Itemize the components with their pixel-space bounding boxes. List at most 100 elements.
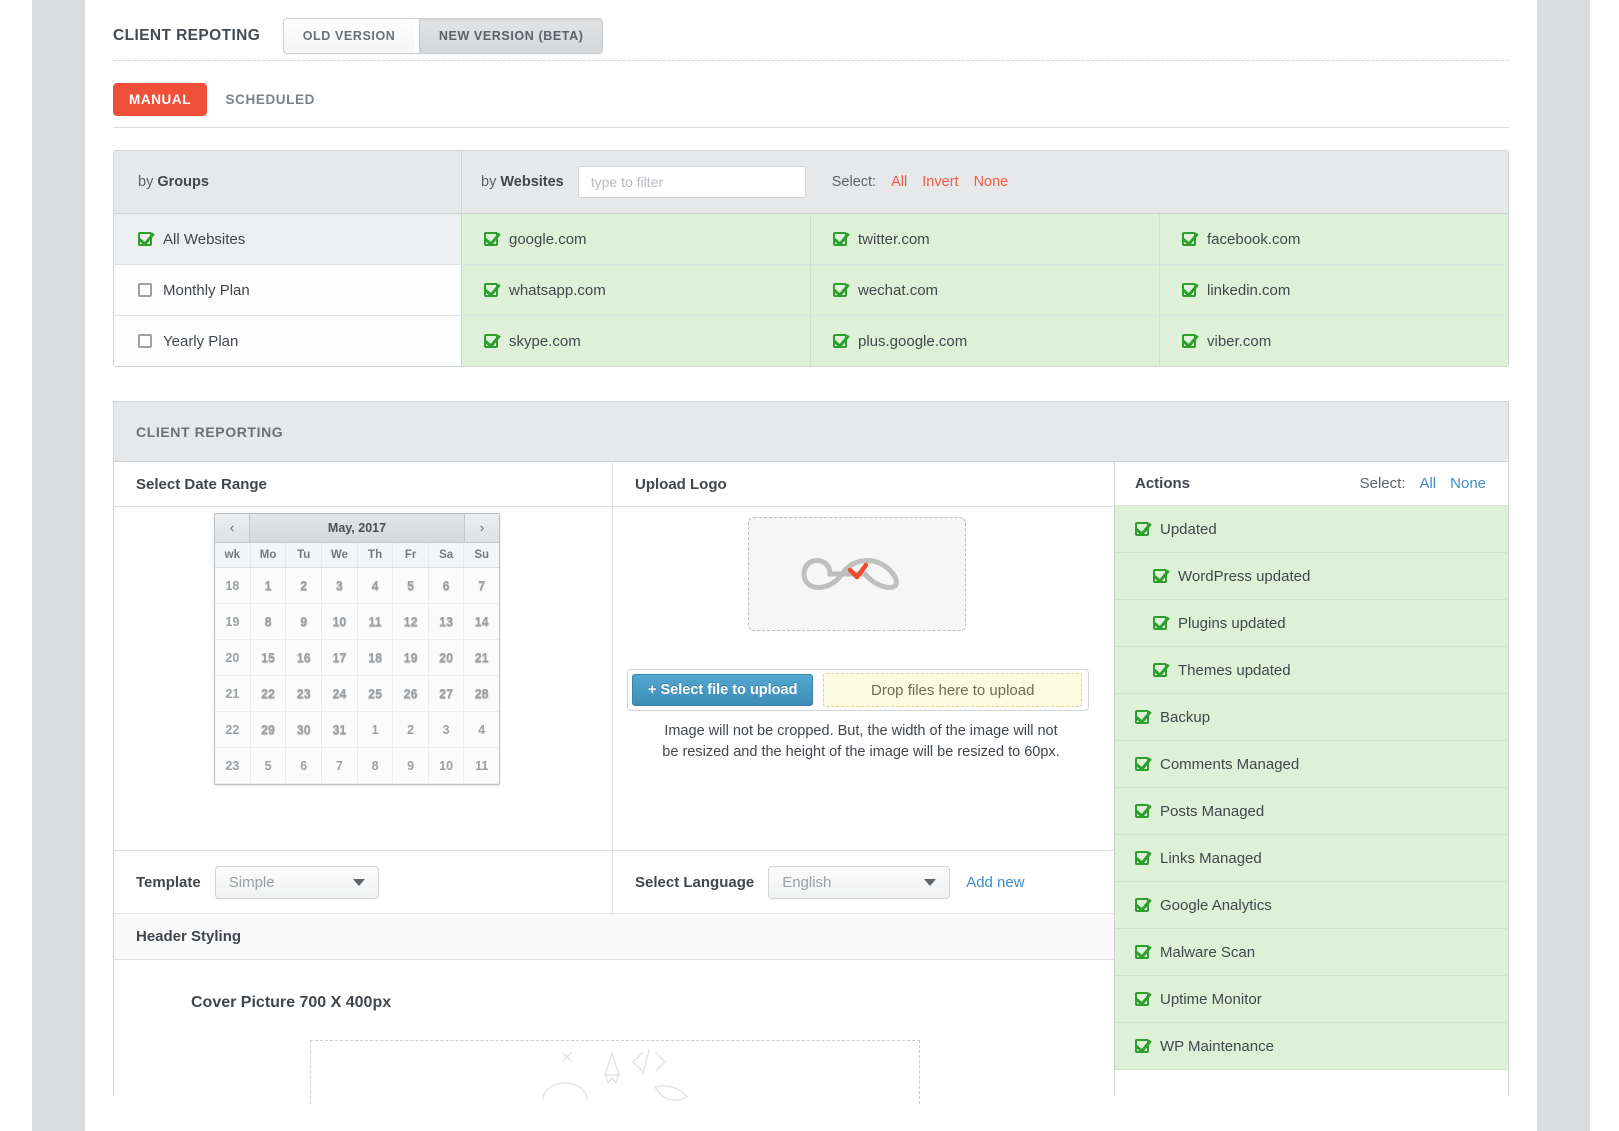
calendar-day[interactable]: 6 [428,567,465,604]
group-row-yearly-plan[interactable]: Yearly Plan [114,316,462,366]
group-label: Yearly Plan [163,332,239,350]
calendar-day[interactable]: 12 [392,603,429,640]
action-item[interactable]: Plugins updated [1115,600,1508,647]
action-item[interactable]: WP Maintenance [1115,1023,1508,1070]
action-item[interactable]: Uptime Monitor [1115,976,1508,1023]
calendar-day[interactable]: 8 [250,603,287,640]
calendar-day[interactable]: 30 [285,711,322,748]
website-row[interactable]: linkedin.com [1159,265,1508,315]
calendar-day[interactable]: 2 [285,567,322,604]
language-select[interactable]: English [768,865,951,899]
action-item[interactable]: Google Analytics [1115,882,1508,929]
calendar-day[interactable]: 4 [463,711,499,748]
website-row[interactable]: viber.com [1159,316,1508,366]
action-item[interactable]: WordPress updated [1115,553,1508,600]
tab-manual[interactable]: MANUAL [113,83,208,116]
calendar-day[interactable]: 11 [463,747,499,784]
add-new-language-link[interactable]: Add new [966,874,1024,891]
new-version-button[interactable]: NEW VERSION (BETA) [418,19,603,53]
group-row-all-websites[interactable]: All Websites [114,214,462,264]
chevron-down-icon [924,879,937,886]
calendar-day[interactable]: 1 [357,711,394,748]
actions-select-none-link[interactable]: None [1450,475,1486,492]
calendar-day[interactable]: 17 [321,639,358,676]
actions-column: Actions Select: All None Updated WordPres… [1114,462,1508,1096]
calendar-day[interactable]: 26 [392,675,429,712]
calendar-day[interactable]: 29 [250,711,287,748]
calendar-day[interactable]: 24 [321,675,358,712]
calendar-day[interactable]: 3 [428,711,465,748]
action-item[interactable]: Backup [1115,694,1508,741]
select-all-link[interactable]: All [891,174,907,190]
action-item[interactable]: Comments Managed [1115,741,1508,788]
select-none-link[interactable]: None [974,174,1009,190]
calendar-day[interactable]: 13 [428,603,465,640]
logo-preview-dropzone[interactable] [748,517,966,631]
calendar-day[interactable]: 20 [428,639,465,676]
website-row[interactable]: twitter.com [810,214,1159,264]
select-invert-link[interactable]: Invert [922,174,958,190]
website-label: whatsapp.com [509,281,606,299]
calendar-day[interactable]: 28 [463,675,499,712]
calendar-day[interactable]: 4 [357,567,394,604]
cover-picture-dropzone[interactable] [310,1040,920,1104]
website-row[interactable]: skype.com [462,316,810,366]
actions-select-all-link[interactable]: All [1419,475,1436,492]
tab-scheduled[interactable]: SCHEDULED [212,83,331,116]
calendar-day[interactable]: 25 [357,675,394,712]
calendar-day[interactable]: 7 [321,747,358,784]
website-row[interactable]: plus.google.com [810,316,1159,366]
website-select-actions: Select: All Invert None [832,174,1009,190]
calendar-day[interactable]: 9 [392,747,429,784]
calendar-day[interactable]: 14 [463,603,499,640]
website-filter-input[interactable] [577,166,806,198]
calendar-day[interactable]: 8 [357,747,394,784]
selection-table: by Groups by Websites Select: All Invert… [113,150,1509,367]
action-item[interactable]: Updated [1115,506,1508,553]
action-item-label: Links Managed [1160,849,1262,867]
action-item-label: Comments Managed [1160,755,1300,773]
calendar-day[interactable]: 21 [463,639,499,676]
action-item[interactable]: Posts Managed [1115,788,1508,835]
action-item[interactable]: Links Managed [1115,835,1508,882]
calendar-day[interactable]: 22 [250,675,287,712]
old-version-button[interactable]: OLD VERSION [283,19,415,53]
calendar-day[interactable]: 9 [285,603,322,640]
website-row[interactable]: wechat.com [810,265,1159,315]
calendar-day[interactable]: 11 [357,603,394,640]
calendar-day[interactable]: 23 [285,675,322,712]
calendar-day[interactable]: 16 [285,639,322,676]
upload-logo-header: Upload Logo [635,475,727,493]
website-row[interactable]: facebook.com [1159,214,1508,264]
calendar-day[interactable]: 10 [428,747,465,784]
calendar-prev-icon[interactable]: ‹ [215,514,250,542]
group-row-monthly-plan[interactable]: Monthly Plan [114,265,462,315]
calendar-day[interactable]: 31 [321,711,358,748]
calendar-day[interactable]: 6 [285,747,322,784]
action-item[interactable]: Themes updated [1115,647,1508,694]
calendar-day[interactable]: 18 [357,639,394,676]
action-item[interactable]: Malware Scan [1115,929,1508,976]
calendar-day[interactable]: 1 [250,567,287,604]
calendar-day[interactable]: 15 [250,639,287,676]
calendar-day[interactable]: 5 [250,747,287,784]
website-row[interactable]: google.com [462,214,810,264]
calendar-weekday: wk [215,543,251,568]
calendar-next-icon[interactable]: › [464,514,499,542]
checkbox-checked-icon [1135,757,1149,771]
calendar-day[interactable]: 7 [463,567,499,604]
calendar-week-row: 22 29 30 31 1 2 3 4 [215,711,499,748]
select-file-button[interactable]: + Select file to upload [632,674,814,706]
template-select[interactable]: Simple [214,865,379,899]
calendar-day[interactable]: 27 [428,675,465,712]
calendar-day[interactable]: 3 [321,567,358,604]
calendar-day[interactable]: 5 [392,567,429,604]
by-groups-label: by Groups [138,174,209,190]
website-label: wechat.com [858,281,939,299]
website-row[interactable]: whatsapp.com [462,265,810,315]
version-switch: OLD VERSION NEW VERSION (BETA) [282,18,604,54]
file-dropzone[interactable]: Drop files here to upload [823,673,1082,707]
calendar-day[interactable]: 2 [392,711,429,748]
calendar-day[interactable]: 19 [392,639,429,676]
calendar-day[interactable]: 10 [321,603,358,640]
